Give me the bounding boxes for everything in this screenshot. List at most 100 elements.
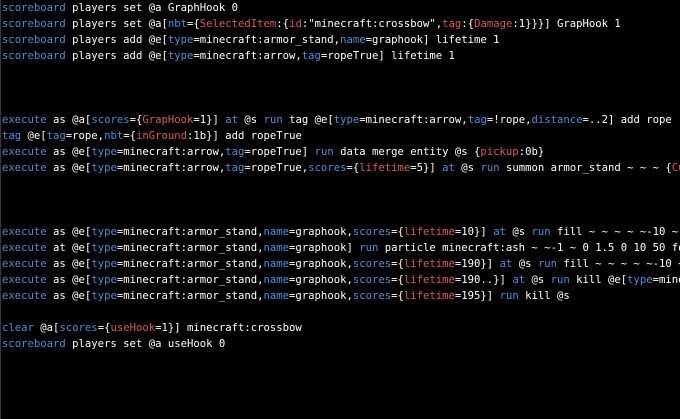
code-token: =minecraft:arrow (652, 274, 680, 286)
code-token: run (314, 146, 334, 158)
code-token: scores (91, 114, 130, 126)
code-token: tag (301, 50, 321, 62)
code-line[interactable]: scoreboard players set @a GraphHook 0 (2, 0, 680, 16)
code-line[interactable] (2, 304, 680, 320)
code-line[interactable]: scoreboard players add @e[type=minecraft… (2, 32, 680, 48)
code-token: as @e[ (46, 274, 92, 286)
code-token: scores (352, 258, 392, 270)
code-token: tag (442, 18, 462, 30)
code-token: :0b} (518, 146, 545, 158)
code-line[interactable]: clear @a[scores={useHook=1}] minecraft:c… (2, 320, 680, 336)
code-token: ={ (391, 258, 404, 270)
code-token: =ropeTrue] (244, 146, 315, 158)
code-token: tag (225, 162, 245, 174)
code-token: =minecraft:armor_stand, (116, 226, 264, 238)
code-line[interactable] (2, 80, 680, 96)
code-line[interactable]: execute as @a[scores={GrapHook=1}] at @s… (2, 112, 680, 128)
code-token: scoreboard (2, 18, 66, 30)
code-line[interactable]: execute as @e[type=minecraft:armor_stand… (2, 288, 680, 304)
code-token: scores (308, 162, 347, 174)
code-token: fill ~ ~ ~ ~ ~-10 ~ minecraft:l (556, 226, 679, 238)
code-token: =1}] (193, 114, 226, 126)
code-token: tag (225, 146, 245, 158)
code-token: name (263, 226, 290, 238)
code-token: =minecraft:armor_stand, (193, 34, 341, 46)
code-token: type (91, 146, 117, 158)
code-line[interactable] (2, 96, 680, 112)
code-token: players set @a GraphHook 0 (65, 2, 238, 14)
code-token: kill @s (518, 290, 570, 302)
code-token: =10}] (454, 226, 494, 238)
code-token: lifetime (359, 162, 411, 174)
code-token: ={ (97, 322, 111, 334)
code-line[interactable]: scoreboard players set @a useHook 0 (2, 336, 680, 352)
code-token: CustomNameVi (671, 162, 680, 174)
code-token: players add @e[ (65, 34, 168, 46)
code-token: as @e[ (46, 162, 92, 174)
code-token: run (537, 258, 557, 270)
code-line[interactable]: execute at @e[type=minecraft:armor_stand… (2, 240, 680, 256)
code-token: useHook (110, 322, 156, 334)
code-token: =minecraft:armor_stand, (116, 274, 264, 286)
code-token: lifetime (403, 290, 455, 302)
code-token: name (340, 34, 366, 46)
code-token: at (493, 226, 506, 238)
code-token: at (499, 258, 513, 270)
code-line[interactable] (2, 176, 680, 192)
code-token: =190..}] (454, 274, 513, 286)
code-line[interactable]: tag @e[tag=rope,nbt={inGround:1b}] add r… (2, 128, 680, 144)
code-token: run (480, 162, 500, 174)
code-token: run (531, 226, 551, 238)
code-token: execute (2, 146, 47, 158)
code-token: type (91, 274, 117, 286)
code-token: @s (454, 162, 481, 174)
code-token: =ropeTrue, (244, 162, 309, 174)
code-token: type (91, 242, 117, 254)
code-line[interactable] (2, 64, 680, 80)
code-area[interactable]: scoreboard players set @a GraphHook 0 sco… (2, 0, 680, 352)
code-line[interactable]: execute as @e[type=minecraft:arrow,tag=r… (2, 160, 680, 176)
code-line[interactable] (2, 192, 680, 208)
code-token: kill @e[ (569, 274, 628, 286)
code-token: players add @e[ (65, 50, 168, 62)
code-token: execute (2, 290, 47, 302)
code-token: as @e[ (46, 258, 92, 270)
code-token: summon armor_stand ~ ~ ~ { (499, 162, 672, 174)
code-token: scores (352, 274, 392, 286)
code-line[interactable]: execute as @e[type=minecraft:armor_stand… (2, 224, 680, 240)
code-line[interactable]: scoreboard players add @e[type=minecraft… (2, 48, 680, 64)
code-line[interactable] (2, 208, 680, 224)
code-token: clear (2, 322, 34, 334)
code-token: =190}] (454, 258, 500, 270)
code-line[interactable]: execute as @e[type=minecraft:arrow,tag=r… (2, 144, 680, 160)
code-token: @a[ (33, 322, 60, 334)
code-token: name (263, 258, 290, 270)
code-line[interactable]: execute as @e[type=minecraft:armor_stand… (2, 272, 680, 288)
code-token: SelectedItem (199, 18, 277, 30)
code-token: =graphook] lifetime 1 (365, 34, 500, 46)
code-token: run (359, 242, 379, 254)
code-token: =minecraft:arrow, (116, 162, 226, 174)
code-token: tag (467, 114, 487, 126)
code-token: :{ (461, 18, 475, 30)
code-token: @e[ (21, 130, 47, 142)
code-token: type (91, 290, 117, 302)
code-token: :1}}}] GrapHook 1 (512, 18, 621, 30)
code-token: =!rope, (486, 114, 532, 126)
code-token: scores (59, 322, 98, 334)
gutter-divider (0, 0, 1, 419)
code-token: as @a[ (46, 114, 92, 126)
code-editor[interactable]: scoreboard players set @a GraphHook 0 sco… (0, 0, 680, 419)
code-line[interactable]: scoreboard players set @a[nbt={SelectedI… (2, 16, 680, 32)
code-token: =..2] add rope (582, 114, 672, 126)
code-token: ={ (346, 162, 360, 174)
code-token: ={ (391, 226, 404, 238)
code-token: ={ (186, 18, 200, 30)
code-token: nbt (104, 130, 124, 142)
code-line[interactable]: execute as @e[type=minecraft:armor_stand… (2, 256, 680, 272)
code-token: scores (352, 226, 392, 238)
code-token: =graphook, (289, 290, 353, 302)
code-token: id (289, 18, 302, 30)
code-token: execute (2, 274, 47, 286)
code-token: at (225, 114, 239, 126)
